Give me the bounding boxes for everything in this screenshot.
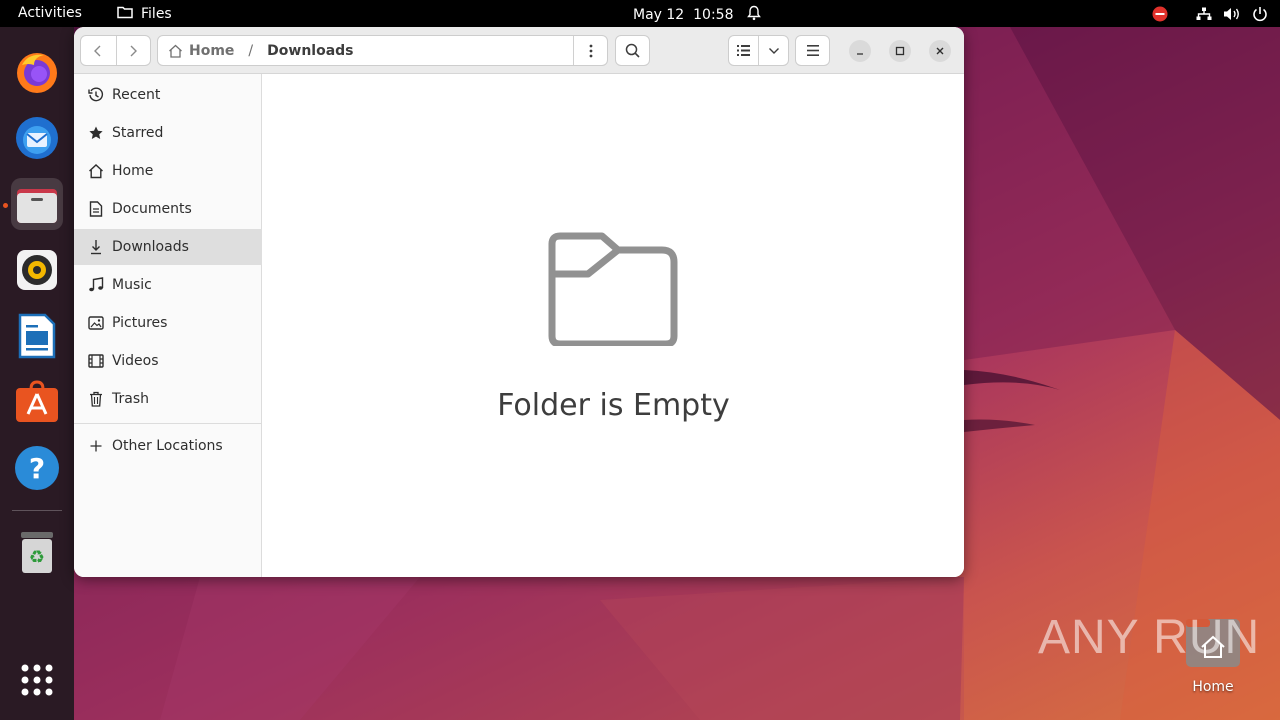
path-menu-button[interactable] — [573, 36, 607, 65]
breadcrumb-home[interactable]: Home — [168, 43, 234, 59]
bell-icon — [747, 5, 762, 25]
main-menu-button[interactable] — [795, 35, 830, 66]
system-tray[interactable] — [1146, 0, 1280, 27]
app-menu[interactable]: Files — [117, 5, 172, 23]
view-options-dropdown[interactable] — [758, 36, 788, 65]
folder-icon — [117, 5, 133, 23]
sidebar-item-label: Home — [112, 163, 154, 179]
sidebar-item-recent[interactable]: Recent — [74, 77, 262, 113]
app-menu-label: Files — [141, 6, 172, 22]
anyrun-watermark: ANY RUN — [1038, 610, 1260, 665]
clock-time: 10:58 — [693, 7, 734, 23]
sidebar-item-label: Starred — [112, 125, 164, 141]
search-button[interactable] — [615, 35, 650, 66]
chevron-down-icon — [768, 47, 779, 54]
view-options — [728, 35, 789, 66]
sidebar-item-label: Downloads — [112, 239, 189, 255]
file-view[interactable]: Folder is Empty — [263, 74, 964, 577]
top-bar: Activities Files May 12 10:58 — [0, 0, 1280, 27]
do-not-disturb-icon[interactable] — [1146, 6, 1174, 22]
sidebar-item-documents[interactable]: Documents — [74, 191, 262, 227]
download-icon — [88, 239, 104, 255]
sidebar-item-label: Documents — [112, 201, 192, 217]
empty-state-message: Folder is Empty — [497, 388, 730, 423]
show-applications-icon[interactable] — [11, 654, 63, 706]
sidebar-item-label: Videos — [112, 353, 159, 369]
plus-icon — [88, 438, 104, 454]
files-icon[interactable] — [11, 178, 63, 230]
dock-separator — [12, 510, 62, 511]
star-icon — [88, 125, 104, 141]
path-bar: Home / Downloads — [157, 35, 608, 66]
ubuntu-software-icon[interactable] — [11, 376, 63, 428]
home-icon — [169, 44, 182, 58]
minimize-button[interactable] — [849, 40, 871, 62]
sidebar-item-label: Pictures — [112, 315, 168, 331]
empty-folder-icon — [548, 232, 678, 350]
navigation-buttons — [80, 35, 151, 66]
svg-text:?: ? — [29, 452, 45, 485]
list-view-button[interactable] — [729, 36, 758, 65]
sidebar-item-other-locations[interactable]: Other Locations — [74, 428, 262, 464]
maximize-icon — [895, 46, 905, 56]
watermark-text: ANY RUN — [1038, 611, 1261, 664]
breadcrumb-current[interactable]: Downloads — [267, 43, 353, 59]
libreoffice-writer-icon[interactable] — [11, 310, 63, 362]
files-window: Home / Downloads Recent Starred Home Doc… — [74, 27, 964, 577]
power-icon[interactable] — [1246, 6, 1274, 22]
search-icon — [625, 43, 640, 58]
document-icon — [88, 201, 104, 217]
rhythmbox-icon[interactable] — [11, 244, 63, 296]
sidebar-item-label: Trash — [112, 391, 149, 407]
home-icon — [88, 163, 104, 179]
trash-icon[interactable]: ♻ — [11, 526, 63, 578]
sidebar-item-label: Music — [112, 277, 152, 293]
clock-icon — [88, 87, 104, 103]
chevron-right-icon — [130, 45, 138, 56]
sidebar-item-videos[interactable]: Videos — [74, 343, 262, 379]
video-icon — [88, 353, 104, 369]
clock-date: May 12 — [633, 7, 685, 23]
sidebar-item-home[interactable]: Home — [74, 153, 262, 189]
volume-icon[interactable] — [1218, 6, 1246, 22]
close-button[interactable] — [929, 40, 951, 62]
hamburger-menu-icon — [806, 45, 819, 56]
places-sidebar: Recent Starred Home Documents Downloads … — [74, 74, 262, 577]
vertical-dots-icon — [589, 44, 592, 57]
help-icon[interactable]: ? — [11, 442, 63, 494]
sidebar-item-pictures[interactable]: Pictures — [74, 305, 262, 341]
sidebar-separator — [74, 423, 262, 424]
thunderbird-icon[interactable] — [11, 112, 63, 164]
dock: ? ♻ — [0, 27, 74, 720]
network-icon[interactable] — [1190, 7, 1218, 21]
desktop-home-label: Home — [1192, 679, 1234, 695]
forward-button[interactable] — [115, 36, 151, 65]
minimize-icon — [857, 53, 863, 55]
picture-icon — [88, 315, 104, 331]
trash-icon — [88, 391, 104, 407]
sidebar-item-music[interactable]: Music — [74, 267, 262, 303]
sidebar-item-label: Recent — [112, 87, 161, 103]
music-icon — [88, 277, 104, 293]
close-icon — [936, 47, 944, 55]
header-bar: Home / Downloads — [74, 27, 964, 74]
maximize-button[interactable] — [889, 40, 911, 62]
clock[interactable]: May 12 10:58 — [633, 5, 762, 25]
back-button[interactable] — [81, 36, 116, 65]
sidebar-item-label: Other Locations — [112, 438, 223, 454]
breadcrumb-separator: / — [248, 42, 254, 59]
svg-text:♻: ♻ — [29, 547, 45, 568]
activities-button[interactable]: Activities — [18, 5, 82, 21]
firefox-icon[interactable] — [11, 46, 63, 98]
sidebar-item-downloads[interactable]: Downloads — [74, 229, 262, 265]
sidebar-item-trash[interactable]: Trash — [74, 381, 262, 417]
sidebar-item-starred[interactable]: Starred — [74, 115, 262, 151]
running-indicator — [3, 203, 8, 208]
chevron-left-icon — [94, 45, 101, 56]
list-view-icon — [737, 45, 751, 56]
breadcrumb-home-label: Home — [189, 42, 235, 59]
